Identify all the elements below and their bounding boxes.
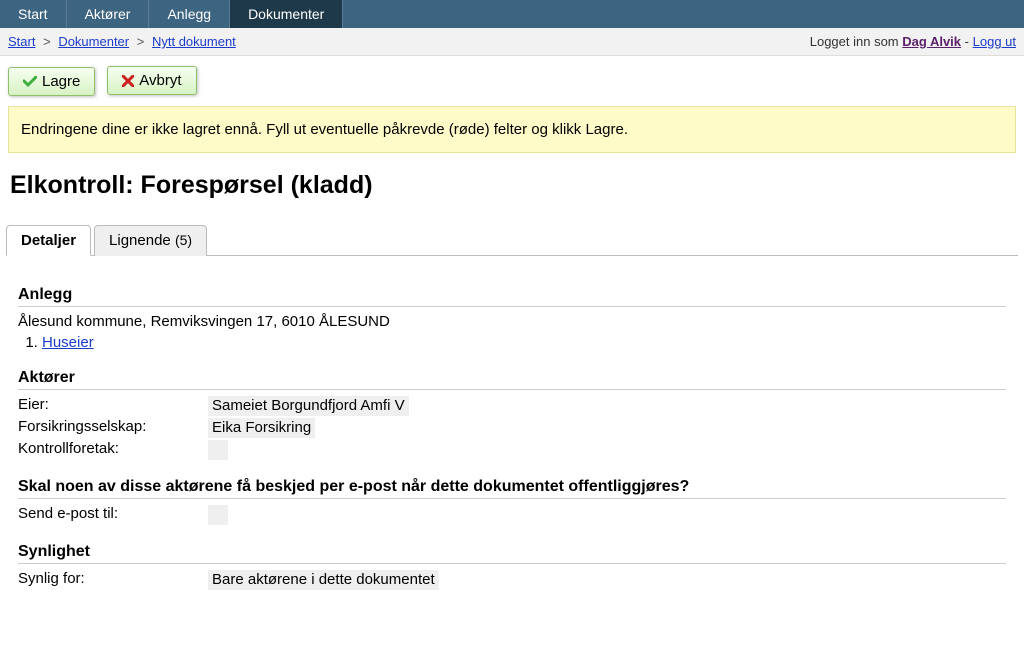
kv-value [208,440,228,460]
cancel-button[interactable]: Avbryt [107,66,196,95]
kv-value: Bare aktørene i dette dokumentet [208,570,439,590]
kv-label: Forsikringsselskap: [18,418,208,438]
breadcrumb-sep: > [137,34,145,49]
save-button[interactable]: Lagre [8,67,95,96]
unsaved-notice: Endringene dine er ikke lagret ennå. Fyl… [8,106,1016,153]
tab-lignende[interactable]: Lignende (5) [94,225,207,256]
logout-link[interactable]: Logg ut [973,34,1016,49]
list-item: Huseier [42,334,1006,351]
toolbar: Lagre Avbryt [0,56,1024,106]
kv-label: Synlig for: [18,570,208,590]
notice-text: Endringene dine er ikke lagret ennå. Fyl… [21,121,628,138]
login-prefix: Logget inn som [810,34,899,49]
kv-value [208,505,228,525]
breadcrumb-sep: > [43,34,51,49]
top-nav: Start Aktører Anlegg Dokumenter [0,0,1024,28]
kv-label: Send e-post til: [18,505,208,525]
kv-row-kontrollforetak: Kontrollforetak: [18,440,1006,460]
kv-row-send-epost: Send e-post til: [18,505,1006,525]
content: Anlegg Ålesund kommune, Remviksvingen 17… [0,256,1024,612]
page-title: Elkontroll: Forespørsel (kladd) [10,171,1014,200]
kv-row-forsikring: Forsikringsselskap: Eika Forsikring [18,418,1006,438]
login-sep: - [965,34,969,49]
section-aktorer-heading: Aktører [18,369,1006,390]
breadcrumb: Start > Dokumenter > Nytt dokument [8,34,236,49]
anlegg-address: Ålesund kommune, Remviksvingen 17, 6010 … [18,313,1006,330]
breadcrumb-nytt-dokument[interactable]: Nytt dokument [152,34,236,49]
nav-dokumenter[interactable]: Dokumenter [230,0,343,28]
tab-detaljer[interactable]: Detaljer [6,225,91,256]
kv-value: Eika Forsikring [208,418,315,438]
cancel-button-label: Avbryt [139,72,181,89]
kv-row-synlig-for: Synlig for: Bare aktørene i dette dokume… [18,570,1006,590]
check-icon [23,76,37,87]
login-info: Logget inn som Dag Alvik - Logg ut [810,34,1016,49]
kv-label: Eier: [18,396,208,416]
x-icon [122,75,134,87]
kv-value: Sameiet Borgundfjord Amfi V [208,396,409,416]
save-button-label: Lagre [42,73,80,90]
user-link[interactable]: Dag Alvik [902,34,961,49]
anlegg-link-list: Huseier [42,334,1006,351]
nav-anlegg[interactable]: Anlegg [149,0,230,28]
section-anlegg-heading: Anlegg [18,286,1006,307]
section-epost-heading: Skal noen av disse aktørene få beskjed p… [18,478,1006,499]
kv-row-eier: Eier: Sameiet Borgundfjord Amfi V [18,396,1006,416]
tab-label: Detaljer [21,232,76,249]
section-synlighet-heading: Synlighet [18,543,1006,564]
tab-count: (5) [175,232,192,248]
breadcrumb-start[interactable]: Start [8,34,35,49]
tab-label: Lignende [109,232,171,249]
huseier-link[interactable]: Huseier [42,334,94,351]
breadcrumb-dokumenter[interactable]: Dokumenter [58,34,129,49]
tabs: Detaljer Lignende (5) [6,224,1018,256]
nav-start[interactable]: Start [0,0,67,28]
nav-aktorer[interactable]: Aktører [67,0,150,28]
subheader: Start > Dokumenter > Nytt dokument Logge… [0,28,1024,56]
kv-label: Kontrollforetak: [18,440,208,460]
